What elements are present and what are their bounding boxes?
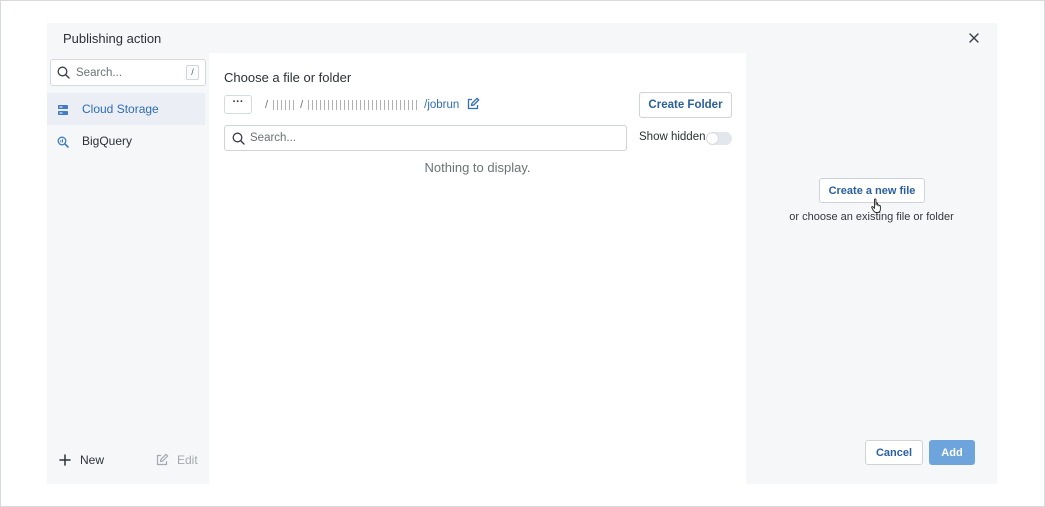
close-icon xyxy=(969,33,979,43)
sidebar-search-input[interactable]: Search... / xyxy=(50,59,206,86)
new-connection-button[interactable]: New xyxy=(59,453,104,467)
file-search-input[interactable]: Search... xyxy=(224,125,627,151)
show-hidden-label: Show hidden xyxy=(639,131,706,143)
search-icon xyxy=(232,132,245,150)
sidebar-footer: New Edit xyxy=(47,440,209,484)
breadcrumb-redacted-segment[interactable] xyxy=(273,100,296,110)
dialog-header: Publishing action xyxy=(47,23,997,53)
storage-icon xyxy=(57,103,69,115)
breadcrumb-separator: / xyxy=(300,99,304,111)
edit-connection-button[interactable]: Edit xyxy=(155,453,198,467)
breadcrumb-redacted-segment[interactable] xyxy=(308,100,421,110)
sidebar-search-placeholder: Search... xyxy=(76,67,123,79)
edit-icon xyxy=(156,453,169,466)
action-panel: Create a new file or choose an existing … xyxy=(746,53,997,484)
sidebar-item-label: Cloud Storage xyxy=(82,102,159,116)
edit-label: Edit xyxy=(177,453,198,467)
panel-title: Choose a file or folder xyxy=(224,70,352,85)
breadcrumb-current[interactable]: /jobrun xyxy=(424,99,459,111)
breadcrumb-separator: / xyxy=(265,99,269,111)
cancel-button[interactable]: Cancel xyxy=(865,440,923,465)
file-browser-panel: Choose a file or folder ··· / / /jobrun … xyxy=(209,53,746,484)
search-shortcut-key: / xyxy=(186,65,199,80)
file-search-placeholder: Search... xyxy=(250,132,297,144)
search-icon xyxy=(57,66,70,84)
edit-path-icon[interactable] xyxy=(466,97,480,114)
dialog-title: Publishing action xyxy=(63,30,162,46)
connection-sidebar: Search... / Cloud Storage BigQuery New E… xyxy=(47,53,209,484)
close-button[interactable] xyxy=(967,31,981,45)
more-path-button[interactable]: ··· xyxy=(224,95,252,114)
sidebar-item-bigquery[interactable]: BigQuery xyxy=(47,125,205,157)
sidebar-item-cloud-storage[interactable]: Cloud Storage xyxy=(47,93,205,125)
show-hidden-toggle[interactable] xyxy=(706,132,732,145)
create-folder-button[interactable]: Create Folder xyxy=(639,92,732,118)
toggle-knob xyxy=(707,133,718,144)
empty-state-message: Nothing to display. xyxy=(424,160,531,175)
new-label: New xyxy=(80,453,105,467)
publishing-dialog: Publishing action Search... / Cloud Stor… xyxy=(47,23,997,484)
sidebar-item-label: BigQuery xyxy=(82,134,133,148)
bigquery-icon xyxy=(57,135,69,148)
choose-existing-text: or choose an existing file or folder xyxy=(789,211,954,223)
plus-icon xyxy=(59,454,71,466)
add-button[interactable]: Add xyxy=(929,440,975,465)
breadcrumb: / / /jobrun xyxy=(262,97,480,114)
